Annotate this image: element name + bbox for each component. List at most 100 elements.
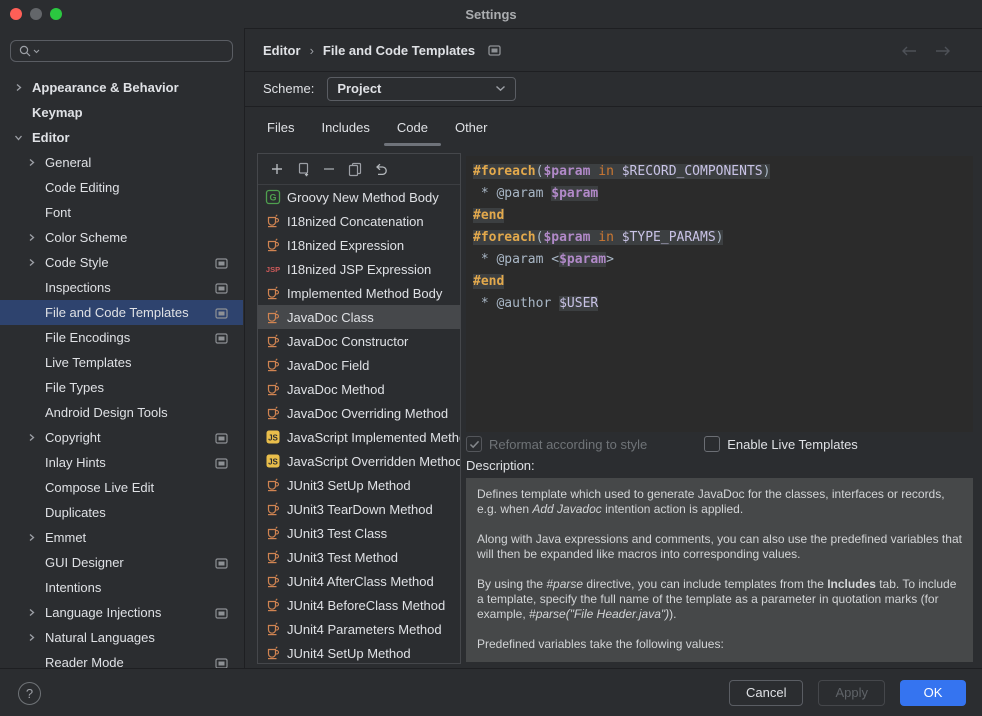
template-item-javadoc-class[interactable]: JavaDoc Class [258, 305, 460, 329]
help-button[interactable]: ? [18, 682, 41, 705]
chevron-spacer [27, 358, 45, 367]
chevron-right-icon[interactable] [27, 533, 45, 542]
java-file-icon [265, 285, 281, 301]
sidebar-item-reader-mode[interactable]: Reader Mode [0, 650, 243, 668]
remove-button[interactable] [321, 161, 337, 177]
chevron-spacer [14, 108, 32, 117]
sidebar-item-label: Keymap [32, 105, 83, 120]
sidebar-item-label: Color Scheme [45, 230, 127, 245]
template-item-junit4-afterclass-method[interactable]: JUnit4 AfterClass Method [258, 569, 460, 593]
sidebar-item-live-templates[interactable]: Live Templates [0, 350, 243, 375]
sidebar-item-code-style[interactable]: Code Style [0, 250, 243, 275]
sidebar-item-editor[interactable]: Editor [0, 125, 243, 150]
template-item-implemented-method-body[interactable]: Implemented Method Body [258, 281, 460, 305]
breadcrumb-editor[interactable]: Editor [263, 43, 301, 58]
template-item-javadoc-overriding-method[interactable]: JavaDoc Overriding Method [258, 401, 460, 425]
tab-other[interactable]: Other [455, 106, 488, 148]
template-item-javadoc-constructor[interactable]: JavaDoc Constructor [258, 329, 460, 353]
tab-includes[interactable]: Includes [321, 106, 369, 148]
chevron-right-icon[interactable] [27, 633, 45, 642]
sidebar-item-appearance-behavior[interactable]: Appearance & Behavior [0, 75, 243, 100]
sidebar-item-font[interactable]: Font [0, 200, 243, 225]
template-item-javascript-overridden-method[interactable]: JSJavaScript Overridden Method [258, 449, 460, 473]
chevron-spacer [27, 458, 45, 467]
template-item-junit3-test-class[interactable]: JUnit3 Test Class [258, 521, 460, 545]
template-item-i18nized-jsp-expression[interactable]: JSPI18nized JSP Expression [258, 257, 460, 281]
tab-files[interactable]: Files [267, 106, 294, 148]
chevron-right-icon[interactable] [27, 258, 45, 267]
window-controls [10, 8, 62, 20]
search-history-chevron-icon[interactable] [33, 49, 40, 54]
sidebar-item-file-encodings[interactable]: File Encodings [0, 325, 243, 350]
sidebar-item-inspections[interactable]: Inspections [0, 275, 243, 300]
sidebar-item-label: Inspections [45, 280, 111, 295]
chevron-right-icon[interactable] [27, 608, 45, 617]
sidebar-item-file-types[interactable]: File Types [0, 375, 243, 400]
settings-search-input[interactable] [10, 40, 233, 62]
sidebar-item-android-design-tools[interactable]: Android Design Tools [0, 400, 243, 425]
template-item-junit4-beforeclass-method[interactable]: JUnit4 BeforeClass Method [258, 593, 460, 617]
template-item-junit4-parameters-method[interactable]: JUnit4 Parameters Method [258, 617, 460, 641]
external-settings-icon [215, 608, 228, 619]
description-box[interactable]: Defines template which used to generate … [466, 478, 973, 662]
sidebar-item-label: Android Design Tools [45, 405, 168, 420]
template-item-junit4-setup-method[interactable]: JUnit4 SetUp Method [258, 641, 460, 664]
sidebar-item-compose-live-edit[interactable]: Compose Live Edit [0, 475, 243, 500]
template-item-junit3-teardown-method[interactable]: JUnit3 TearDown Method [258, 497, 460, 521]
description-paragraph: Defines template which used to generate … [477, 487, 962, 517]
sidebar-item-general[interactable]: General [0, 150, 243, 175]
sidebar-item-file-and-code-templates[interactable]: File and Code Templates [0, 300, 243, 325]
add-button[interactable] [269, 161, 285, 177]
sidebar-item-intentions[interactable]: Intentions [0, 575, 243, 600]
template-item-junit3-test-method[interactable]: JUnit3 Test Method [258, 545, 460, 569]
svg-text:JSP: JSP [266, 265, 280, 274]
sidebar-item-label: GUI Designer [45, 555, 124, 570]
create-child-template-button[interactable] [295, 161, 311, 177]
sidebar-item-keymap[interactable]: Keymap [0, 100, 243, 125]
template-list-panel: GGroovy New Method BodyI18nized Concaten… [257, 153, 461, 664]
chevron-spacer [27, 333, 45, 342]
sidebar-item-color-scheme[interactable]: Color Scheme [0, 225, 243, 250]
sidebar-item-inlay-hints[interactable]: Inlay Hints [0, 450, 243, 475]
cancel-button[interactable]: Cancel [729, 680, 803, 706]
chevron-right-icon[interactable] [27, 158, 45, 167]
sidebar-item-language-injections[interactable]: Language Injections [0, 600, 243, 625]
template-code-editor[interactable]: #foreach($param in $RECORD_COMPONENTS) *… [466, 156, 973, 432]
sidebar-item-gui-designer[interactable]: GUI Designer [0, 550, 243, 575]
tab-code[interactable]: Code [397, 106, 428, 148]
sidebar-item-emmet[interactable]: Emmet [0, 525, 243, 550]
java-file-icon [265, 525, 281, 541]
live-templates-checkbox-group[interactable]: Enable Live Templates [704, 436, 858, 452]
sidebar-item-copyright[interactable]: Copyright [0, 425, 243, 450]
ok-button[interactable]: OK [900, 680, 966, 706]
external-settings-icon [215, 283, 228, 294]
template-item-javascript-implemented-method[interactable]: JSJavaScript Implemented Method [258, 425, 460, 449]
forward-arrow-icon [934, 45, 952, 57]
template-item-i18nized-expression[interactable]: I18nized Expression [258, 233, 460, 257]
enable-live-templates-checkbox[interactable] [704, 436, 720, 452]
history-nav [900, 45, 952, 57]
breadcrumb-separator: › [310, 43, 314, 58]
template-item-javadoc-field[interactable]: JavaDoc Field [258, 353, 460, 377]
chevron-spacer [27, 558, 45, 567]
scheme-dropdown[interactable]: Project [327, 77, 516, 101]
reformat-checkbox-label: Reformat according to style [489, 437, 647, 452]
sidebar-item-duplicates[interactable]: Duplicates [0, 500, 243, 525]
zoom-window-button[interactable] [50, 8, 62, 20]
sidebar-item-natural-languages[interactable]: Natural Languages [0, 625, 243, 650]
copy-button[interactable] [347, 161, 363, 177]
close-window-button[interactable] [10, 8, 22, 20]
template-item-junit3-setup-method[interactable]: JUnit3 SetUp Method [258, 473, 460, 497]
chevron-right-icon[interactable] [14, 83, 32, 92]
template-item-label: JavaDoc Field [287, 358, 369, 373]
sidebar-item-code-editing[interactable]: Code Editing [0, 175, 243, 200]
template-item-i18nized-concatenation[interactable]: I18nized Concatenation [258, 209, 460, 233]
sidebar-item-label: Appearance & Behavior [32, 80, 179, 95]
template-item-groovy-new-method-body[interactable]: GGroovy New Method Body [258, 185, 460, 209]
chevron-right-icon[interactable] [27, 233, 45, 242]
reset-to-default-button[interactable] [373, 161, 389, 177]
template-item-javadoc-method[interactable]: JavaDoc Method [258, 377, 460, 401]
chevron-down-icon[interactable] [14, 133, 32, 142]
svg-text:JS: JS [268, 433, 278, 442]
chevron-right-icon[interactable] [27, 433, 45, 442]
